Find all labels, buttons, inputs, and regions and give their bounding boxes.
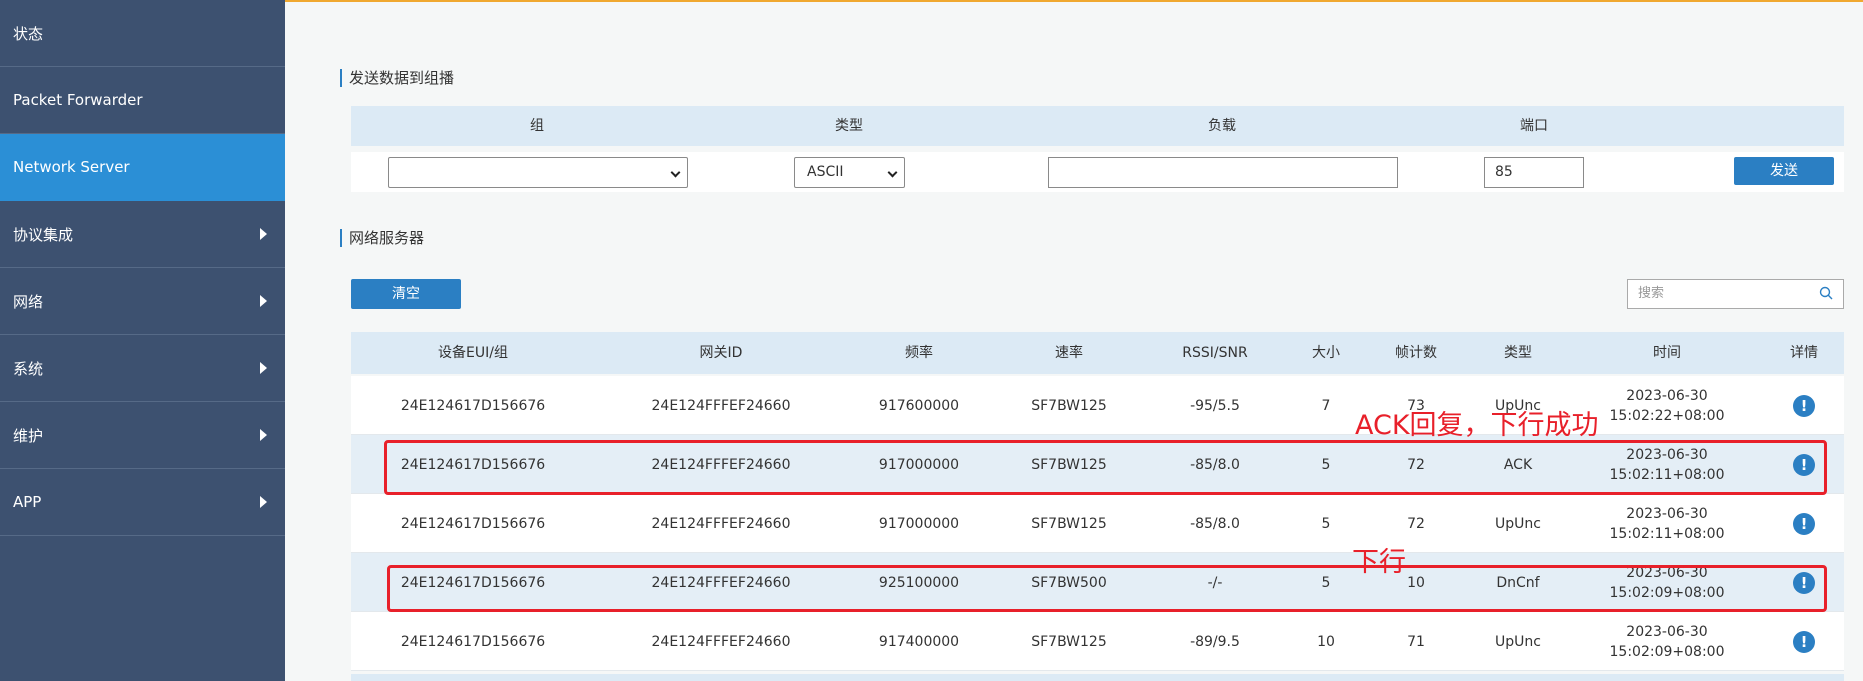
payload-input[interactable] — [1048, 157, 1398, 188]
sidebar-item-network[interactable]: 网络 — [0, 268, 285, 335]
cell-time: 2023-06-30 15:02:11+08:00 — [1610, 494, 1725, 553]
cell-rssi-snr: -89/9.5 — [1190, 633, 1240, 650]
info-circle-icon[interactable]: ! — [1793, 395, 1815, 417]
header-type: 类型 — [835, 118, 863, 134]
sidebar-item-label: 系统 — [13, 359, 44, 378]
multicast-form-header: 组 类型 负载 端口 — [351, 106, 1844, 146]
cell-gateway: 24E124FFFEF24660 — [651, 515, 791, 532]
type-select-value: ASCII — [807, 164, 844, 180]
table-footer-strip — [351, 674, 1844, 681]
column-header-frequency[interactable]: 频率 — [905, 332, 933, 374]
chevron-right-icon — [260, 228, 267, 240]
sidebar-item-status[interactable]: 状态 — [0, 0, 285, 67]
sidebar-item-label: 协议集成 — [13, 225, 74, 244]
top-accent-line — [285, 0, 1863, 2]
annotation-box-downlink — [387, 565, 1827, 612]
cell-eui: 24E124617D156676 — [400, 515, 546, 532]
sidebar-item-network-server[interactable]: Network Server — [0, 134, 285, 201]
cell-frequency: 917600000 — [878, 397, 960, 414]
table-header: 设备EUI/组 网关ID 频率 速率 RSSI/SNR 大小 帧计数 类型 时间… — [351, 332, 1844, 374]
network-server-section-title: 网络服务器 — [340, 229, 424, 247]
header-payload: 负载 — [1208, 118, 1236, 134]
header-group: 组 — [530, 118, 544, 134]
search-placeholder: 搜索 — [1638, 286, 1665, 301]
cell-date-text: 2023-06-30 — [1626, 623, 1708, 640]
search-input[interactable]: 搜索 — [1627, 279, 1844, 309]
column-header-type[interactable]: 类型 — [1504, 332, 1532, 374]
column-header-time[interactable]: 时间 — [1653, 332, 1681, 374]
sidebar-item-maintenance[interactable]: 维护 — [0, 402, 285, 469]
cell-eui: 24E124617D156676 — [400, 633, 546, 650]
column-header-rssi-snr[interactable]: RSSI/SNR — [1182, 332, 1247, 374]
annotation-downlink-text: 下行 — [1352, 547, 1406, 578]
cell-frequency: 917000000 — [878, 515, 960, 532]
group-select[interactable] — [388, 157, 688, 188]
chevron-right-icon — [260, 429, 267, 441]
chevron-down-icon — [887, 167, 898, 178]
info-circle-icon[interactable]: ! — [1793, 631, 1815, 653]
search-icon[interactable] — [1819, 286, 1833, 300]
cell-rate: SF7BW125 — [1031, 633, 1107, 650]
cell-eui: 24E124617D156676 — [400, 397, 546, 414]
send-button[interactable]: 发送 — [1734, 157, 1834, 185]
sidebar-item-label: 网络 — [13, 292, 44, 311]
port-input[interactable]: 85 — [1484, 157, 1584, 188]
cell-size: 5 — [1321, 515, 1331, 532]
sidebar-item-label: Packet Forwarder — [13, 91, 143, 109]
sidebar-item-system[interactable]: 系统 — [0, 335, 285, 402]
table-row[interactable]: 24E124617D156676 24E124FFFEF24660 917600… — [351, 376, 1844, 435]
cell-gateway: 24E124FFFEF24660 — [651, 397, 791, 414]
annotation-box-ack — [384, 440, 1827, 495]
column-header-gateway[interactable]: 网关ID — [700, 332, 743, 374]
multicast-form-row: ASCII 85 发送 — [351, 152, 1844, 192]
column-header-eui[interactable]: 设备EUI/组 — [438, 332, 508, 374]
table-row[interactable]: 24E124617D156676 24E124FFFEF24660 917000… — [351, 494, 1844, 553]
cell-date-text: 2023-06-30 — [1626, 387, 1708, 404]
cell-rate: SF7BW125 — [1031, 515, 1107, 532]
cell-size: 10 — [1317, 633, 1335, 650]
sidebar-item-label: 状态 — [13, 24, 44, 43]
sidebar-item-label: Network Server — [13, 158, 130, 176]
cell-rssi-snr: -85/8.0 — [1190, 515, 1240, 532]
cell-time: 2023-06-30 15:02:09+08:00 — [1610, 612, 1725, 671]
chevron-down-icon — [670, 167, 681, 178]
cell-time-text: 15:02:09+08:00 — [1609, 643, 1725, 660]
column-header-rate[interactable]: 速率 — [1055, 332, 1083, 374]
cell-gateway: 24E124FFFEF24660 — [651, 633, 791, 650]
annotation-ack-text: ACK回复，下行成功 — [1355, 410, 1599, 441]
table-row[interactable]: 24E124617D156676 24E124FFFEF24660 917400… — [351, 612, 1844, 671]
cell-type: UpUnc — [1495, 515, 1541, 532]
chevron-right-icon — [260, 362, 267, 374]
sidebar: 状态 Packet Forwarder Network Server 协议集成 … — [0, 0, 285, 681]
header-port: 端口 — [1520, 118, 1548, 134]
sidebar-item-label: APP — [13, 493, 42, 511]
cell-fcnt: 71 — [1407, 633, 1425, 650]
chevron-right-icon — [260, 496, 267, 508]
cell-time: 2023-06-30 15:02:22+08:00 — [1610, 376, 1725, 435]
sidebar-item-label: 维护 — [13, 426, 44, 445]
sidebar-item-protocol-integration[interactable]: 协议集成 — [0, 201, 285, 268]
cell-date-text: 2023-06-30 — [1626, 505, 1708, 522]
chevron-right-icon — [260, 295, 267, 307]
cell-rate: SF7BW125 — [1031, 397, 1107, 414]
type-select[interactable]: ASCII — [794, 157, 905, 188]
column-header-size[interactable]: 大小 — [1312, 332, 1340, 374]
cell-rssi-snr: -95/5.5 — [1190, 397, 1240, 414]
info-circle-icon[interactable]: ! — [1793, 513, 1815, 535]
cell-type: UpUnc — [1495, 633, 1541, 650]
column-header-fcnt[interactable]: 帧计数 — [1395, 332, 1437, 374]
cell-time-text: 15:02:22+08:00 — [1609, 407, 1725, 424]
cell-frequency: 917400000 — [878, 633, 960, 650]
multicast-section-title: 发送数据到组播 — [340, 69, 454, 87]
cell-fcnt: 72 — [1407, 515, 1425, 532]
sidebar-item-app[interactable]: APP — [0, 469, 285, 536]
sidebar-item-packet-forwarder[interactable]: Packet Forwarder — [0, 67, 285, 134]
cell-size: 7 — [1321, 397, 1331, 414]
column-header-details: 详情 — [1790, 345, 1818, 361]
clear-button[interactable]: 清空 — [351, 279, 461, 309]
cell-time-text: 15:02:11+08:00 — [1609, 525, 1725, 542]
